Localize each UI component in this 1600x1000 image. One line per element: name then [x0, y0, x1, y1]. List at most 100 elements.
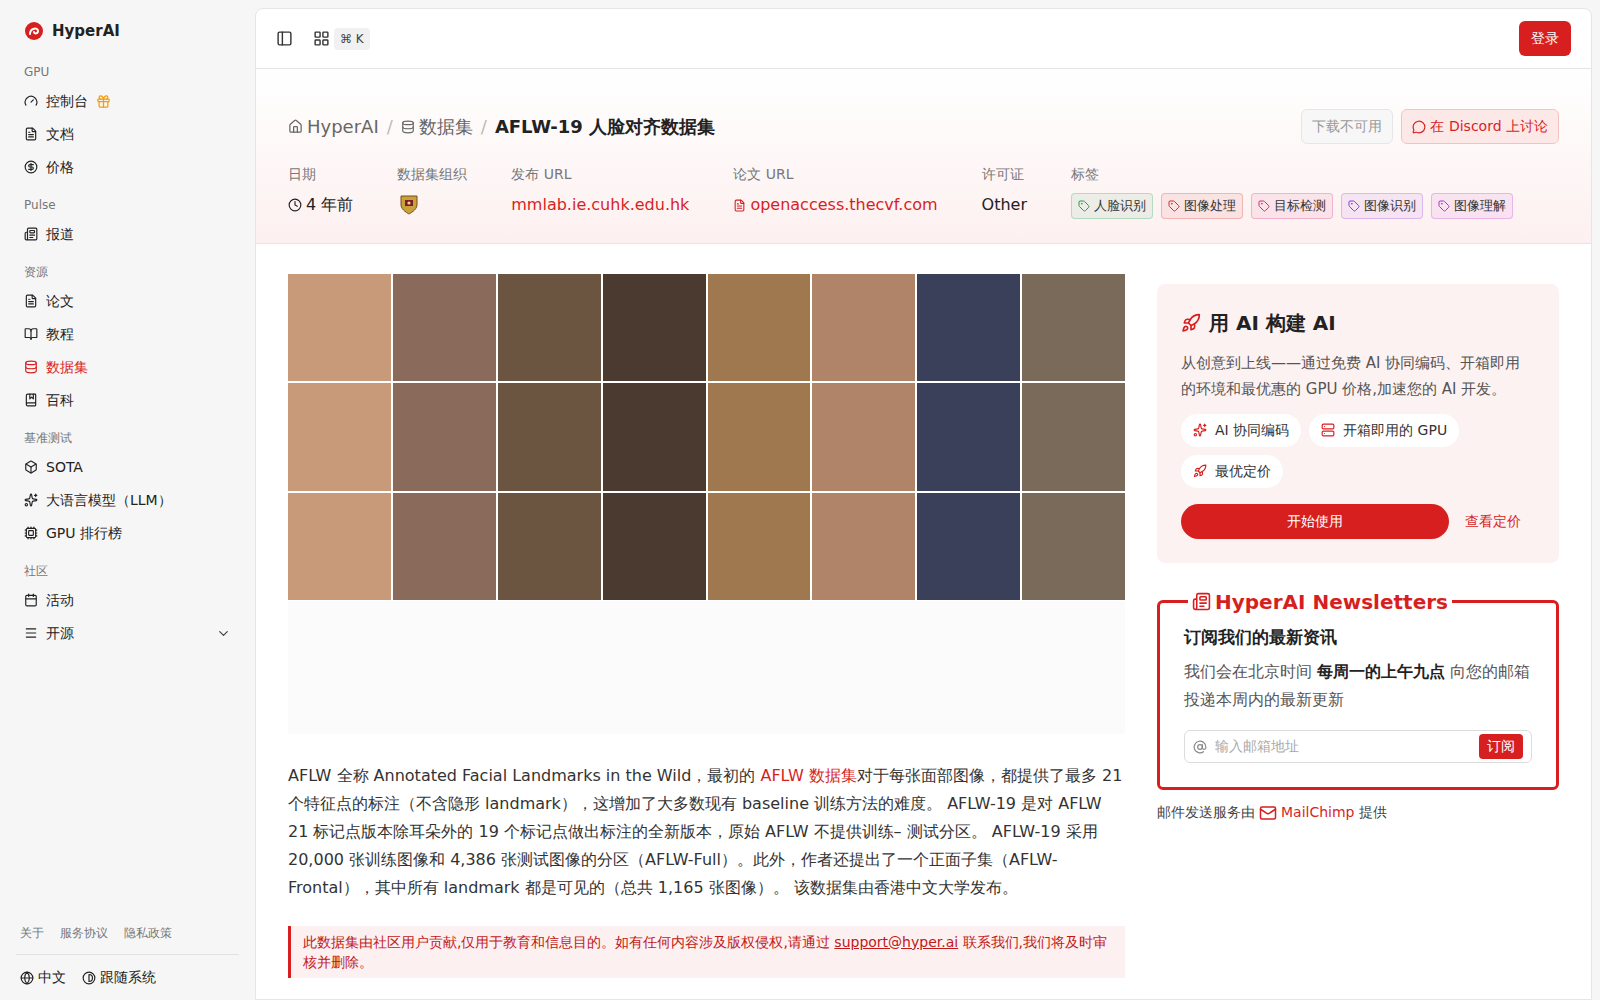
sidebar-settings: 中文跟随系统	[16, 955, 239, 988]
shortcut-key[interactable]: ⌘ K	[334, 28, 370, 50]
theme-switch[interactable]: 跟随系统	[82, 967, 156, 988]
sidebar-item[interactable]: 开源	[16, 617, 239, 650]
start-button[interactable]: 开始使用	[1181, 504, 1449, 539]
sidebar-item[interactable]: GPU 排行榜	[16, 517, 239, 550]
sidebar-item-icon	[24, 526, 38, 540]
email-input[interactable]	[1215, 736, 1471, 757]
meta-field: 许可证Other	[982, 164, 1027, 219]
sidebar-item[interactable]: 教程	[16, 318, 239, 351]
sidebar-section: Pulse报道	[16, 192, 239, 251]
mailchimp-link[interactable]: MailChimp	[1281, 802, 1355, 823]
promo-chips: AI 协同编码开箱即用的 GPU最优定价	[1181, 414, 1535, 488]
meta-value	[397, 193, 467, 217]
breadcrumb-item[interactable]: HyperAI	[288, 113, 379, 140]
sidebar-section: 社区活动开源	[16, 558, 239, 650]
discord-icon	[1412, 120, 1426, 134]
sidebar-item-icon	[24, 127, 38, 141]
subscribe-button[interactable]: 订阅	[1479, 734, 1523, 759]
sidebar-item-icon	[24, 160, 38, 174]
promo-chip: AI 协同编码	[1181, 414, 1301, 447]
promo-card: 用 AI 构建 AI从创意到上线——通过免费 AI 协同编码、开箱即用的环境和最…	[1157, 284, 1559, 563]
login-button[interactable]: 登录	[1519, 21, 1571, 56]
sidebar-logo[interactable]: HyperAI	[16, 20, 239, 43]
sidebar-item[interactable]: 文档	[16, 118, 239, 151]
tag-list: 人脸识别图像处理目标检测图像识别图像理解	[1071, 193, 1513, 219]
disclaimer: 此数据集由社区用户贡献,仅用于教育和信息目的。如有任何内容涉及版权侵权,请通过 …	[288, 926, 1125, 978]
tag-icon	[1258, 200, 1270, 212]
panel-toggle-icon[interactable]	[276, 30, 293, 47]
dataset-meta: 日期4 年前数据集组织发布 URLmmlab.ie.cuhk.edu.hk论文 …	[288, 164, 1559, 219]
sidebar-item-icon	[24, 393, 38, 407]
newsletter-text: 我们会在北京时间 每周一的上午九点 向您的邮箱投递本周内的最新更新	[1184, 658, 1532, 714]
sidebar-item[interactable]: 控制台	[16, 85, 239, 118]
sidebar-section-label: 社区	[16, 558, 239, 584]
tag[interactable]: 人脸识别	[1071, 193, 1153, 219]
meta-field: 论文 URLopenaccess.thecvf.com	[733, 164, 937, 219]
sidebar-item[interactable]: 活动	[16, 584, 239, 617]
breadcrumb-separator: /	[387, 113, 393, 140]
app: HyperAIGPU控制台文档价格Pulse报道资源论文教程数据集百科基准测试S…	[0, 0, 1600, 1000]
sidebar-item[interactable]: 价格	[16, 151, 239, 184]
top-bar: ⌘ K 登录	[256, 9, 1591, 69]
sidebar-item-icon	[24, 227, 38, 241]
sidebar-item[interactable]: 数据集	[16, 351, 239, 384]
meta-field: 发布 URL mmlab.ie.cuhk.edu.hk	[511, 164, 689, 219]
footer-link[interactable]: 隐私政策	[124, 924, 172, 942]
main-panel: ⌘ K登录HyperAI/数据集/AFLW-19 人脸对齐数据集下载不可用在 D…	[255, 8, 1592, 1000]
sidebar-item-icon	[24, 327, 38, 341]
support-email-link[interactable]: support@hyper.ai	[834, 934, 958, 950]
sidebar-item-icon	[24, 626, 38, 640]
organization-logo-icon	[397, 193, 421, 217]
footer-link[interactable]: 服务协议	[60, 924, 108, 942]
paper-icon	[733, 199, 746, 212]
meta-field: 数据集组织	[397, 164, 467, 219]
sidebar-item[interactable]: 大语言模型（LLM）	[16, 484, 239, 517]
dataset-description: AFLW 全称 Annotated Facial Landmarks in th…	[288, 762, 1125, 902]
meta-label: 标签	[1071, 164, 1513, 185]
sidebar-item[interactable]: 报道	[16, 218, 239, 251]
sidebar-section-label: 资源	[16, 259, 239, 285]
gift-icon	[96, 94, 111, 109]
footer-link[interactable]: 关于	[20, 924, 44, 942]
sidebar-item-icon	[24, 94, 38, 108]
tag[interactable]: 目标检测	[1251, 193, 1333, 219]
meta-value: Other	[982, 193, 1027, 217]
hyperai-logo-icon	[24, 21, 44, 41]
chip-icon	[1321, 423, 1335, 437]
newsletter-icon	[1192, 592, 1211, 611]
meta-value[interactable]: mmlab.ie.cuhk.edu.hk	[511, 193, 689, 217]
breadcrumb: HyperAI/数据集/AFLW-19 人脸对齐数据集	[288, 113, 715, 140]
sidebar-item-icon	[24, 360, 38, 374]
at-icon	[1193, 740, 1207, 754]
chevron-down-icon[interactable]	[216, 626, 231, 641]
tag[interactable]: 图像识别	[1341, 193, 1423, 219]
promo-text: 从创意到上线——通过免费 AI 协同编码、开箱即用的环境和最优惠的 GPU 价格…	[1181, 350, 1535, 402]
sidebar-item[interactable]: 论文	[16, 285, 239, 318]
rocket-icon	[1181, 313, 1201, 333]
download-button[interactable]: 下载不可用	[1301, 109, 1393, 144]
meta-label: 发布 URL	[511, 164, 689, 185]
promo-chip: 最优定价	[1181, 455, 1283, 488]
tag-icon	[1168, 200, 1180, 212]
dataset-hero: HyperAI/数据集/AFLW-19 人脸对齐数据集下载不可用在 Discor…	[256, 69, 1591, 244]
discord-button[interactable]: 在 Discord 上讨论	[1401, 109, 1559, 144]
email-form: 订阅	[1184, 730, 1532, 763]
content: AFLW 全称 Annotated Facial Landmarks in th…	[256, 244, 1591, 978]
breadcrumb-item[interactable]: 数据集	[401, 113, 473, 140]
tag[interactable]: 图像理解	[1431, 193, 1513, 219]
meta-value[interactable]: openaccess.thecvf.com	[733, 193, 937, 217]
pricing-link[interactable]: 查看定价	[1465, 511, 1521, 532]
sidebar-item-icon	[24, 460, 38, 474]
globe-icon	[20, 971, 34, 985]
tag[interactable]: 图像处理	[1161, 193, 1243, 219]
sidebar-item[interactable]: 百科	[16, 384, 239, 417]
newsletter-heading: 订阅我们的最新资讯	[1184, 625, 1532, 651]
apps-icon[interactable]	[313, 30, 330, 47]
contrast-icon	[82, 971, 96, 985]
language-switch[interactable]: 中文	[20, 967, 66, 988]
newsletter-box: HyperAI Newsletters订阅我们的最新资讯我们会在北京时间 每周一…	[1157, 587, 1559, 791]
description-link[interactable]: AFLW 数据集	[760, 766, 857, 785]
clock-icon	[288, 198, 302, 212]
sidebar-item[interactable]: SOTA	[16, 451, 239, 484]
sidebar-footer-links: 关于服务协议隐私政策	[16, 924, 239, 955]
